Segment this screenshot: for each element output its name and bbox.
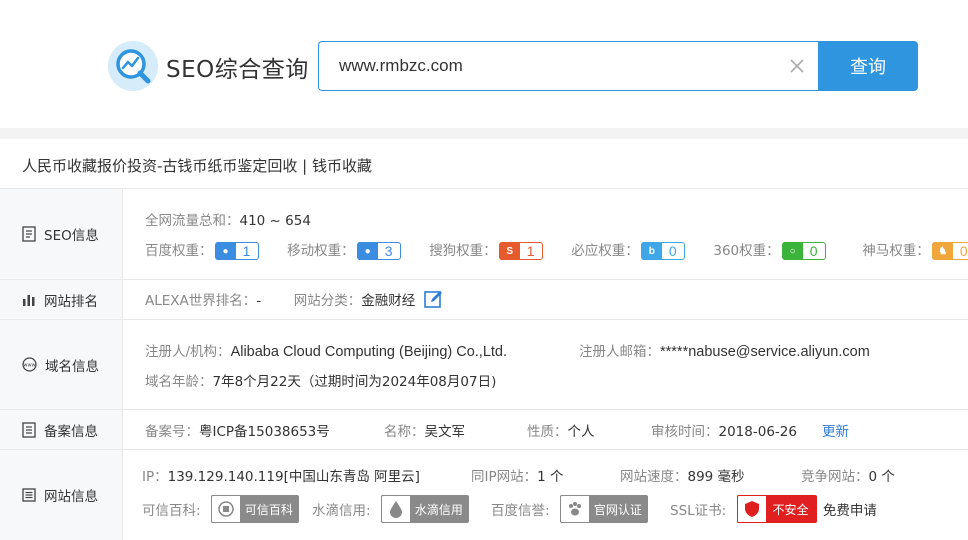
icp-number: 备案号：粤ICP备15038653号: [145, 424, 330, 440]
site-title-row: 人民币收藏报价投资-古钱币纸币鉴定回收 | 钱币收藏: [0, 139, 968, 189]
shuidi-badge[interactable]: 水滴信用: [380, 495, 469, 523]
site-info-label: 网站信息: [0, 450, 123, 540]
record-icon: [22, 421, 36, 438]
ssl-shield-icon: [736, 495, 767, 523]
water-drop-icon: [380, 495, 411, 523]
shenma-icon: ♞: [932, 242, 953, 260]
site-info-row: 网站信息 IP：139.129.140.119[中国山东青岛 阿里云] 同IP网…: [0, 450, 968, 540]
edit-icon[interactable]: [423, 290, 444, 312]
header: SEO综合查询 查询: [0, 0, 968, 128]
icp-row: 备案信息 备案号：粤ICP备15038653号 名称：吴文军 性质：个人 审核时…: [0, 410, 968, 450]
site-speed: 网站速度：899 毫秒: [620, 469, 745, 485]
seo-info-row: SEO信息 全网流量总和：410 ~ 654 百度权重： ● 1 移动权重： ● 3 搜…: [0, 189, 968, 280]
shuidi: 水滴信用: 水滴信用: [312, 495, 469, 523]
search-button[interactable]: 查询: [818, 41, 918, 91]
baidu-paw-icon: [559, 495, 590, 523]
icp-label: 备案信息: [0, 410, 123, 449]
baidu-paw-icon: ●: [215, 242, 236, 260]
clear-icon[interactable]: [786, 55, 808, 77]
ssl-cert: SSL证书: 不安全 免费申请: [670, 495, 877, 523]
registrant-email: 注册人邮箱：*****nabuse@service.aliyun.com: [579, 344, 870, 360]
mobile-paw-icon: ●: [357, 242, 378, 260]
baidu-credit-badge[interactable]: 官网认证: [559, 495, 648, 523]
category-value[interactable]: 金融财经: [361, 293, 415, 309]
document-icon: [22, 226, 36, 242]
ranking-content: ALEXA世界排名：- 网站分类：金融财经: [145, 289, 444, 312]
bing-icon: b: [641, 242, 662, 260]
sogou-icon: S: [499, 242, 520, 260]
search-input[interactable]: [318, 41, 820, 91]
weight-shenma[interactable]: 神马权重： ♞ 0: [862, 242, 968, 260]
icp-nature: 性质：个人: [527, 424, 595, 440]
weight-360[interactable]: 360权重： ○ 0: [713, 242, 826, 260]
www-globe-icon: www: [22, 357, 37, 372]
weight-sogou[interactable]: 搜狗权重： S 1: [429, 242, 543, 260]
icp-audit: 审核时间：2018-06-26: [651, 424, 797, 440]
registrant-info: 注册人/机构：Alibaba Cloud Computing (Beijing)…: [145, 344, 508, 360]
domain-label: www 域名信息: [0, 320, 123, 409]
seo-info-label: SEO信息: [0, 189, 123, 279]
divider-band: [0, 128, 968, 139]
logo-title: SEO综合查询: [166, 57, 309, 83]
update-link[interactable]: 更新: [822, 420, 849, 440]
domain-age: 域名年龄：7年8个月22天（过期时间为2024年08月07日): [145, 374, 497, 390]
site-title: 人民币收藏报价投资-古钱币纸币鉴定回收 | 钱币收藏: [22, 157, 373, 175]
kexin-seal-icon: [210, 495, 241, 523]
traffic-summary: 全网流量总和：410 ~ 654: [145, 213, 311, 229]
ip-info: IP：139.129.140.119[中国山东青岛 阿里云]: [142, 469, 420, 485]
360-icon: ○: [782, 242, 803, 260]
weights-line: 百度权重： ● 1 移动权重： ● 3 搜狗权重： S 1 必应权重： b 0 360权重： ○ 0…: [145, 239, 968, 260]
ssl-insecure-badge[interactable]: 不安全: [736, 495, 817, 523]
ssl-apply-link[interactable]: 免费申请: [823, 503, 877, 519]
list-icon: [22, 488, 36, 502]
bar-chart-icon: [23, 294, 35, 306]
seo-logo-icon: [108, 41, 158, 91]
kexin: 可信百科: 可信百科: [142, 495, 299, 523]
kexin-badge[interactable]: 可信百科: [210, 495, 299, 523]
ranking-row: 网站排名 ALEXA世界排名：- 网站分类：金融财经: [0, 280, 968, 320]
weight-mobile[interactable]: 移动权重： ● 3: [287, 242, 401, 260]
same-ip: 同IP网站：1 个: [471, 469, 564, 485]
weight-baidu[interactable]: 百度权重： ● 1: [145, 242, 259, 260]
ranking-label: 网站排名: [0, 280, 123, 319]
weight-bing[interactable]: 必应权重： b 0: [571, 242, 685, 260]
baidu-credit: 百度信誉: 官网认证: [491, 495, 648, 523]
icp-name: 名称：吴文军: [384, 424, 465, 440]
domain-row: www 域名信息 注册人/机构：Alibaba Cloud Computing …: [0, 320, 968, 410]
compete-sites: 竞争网站：0 个: [801, 469, 895, 485]
svg-text:www: www: [23, 363, 35, 369]
